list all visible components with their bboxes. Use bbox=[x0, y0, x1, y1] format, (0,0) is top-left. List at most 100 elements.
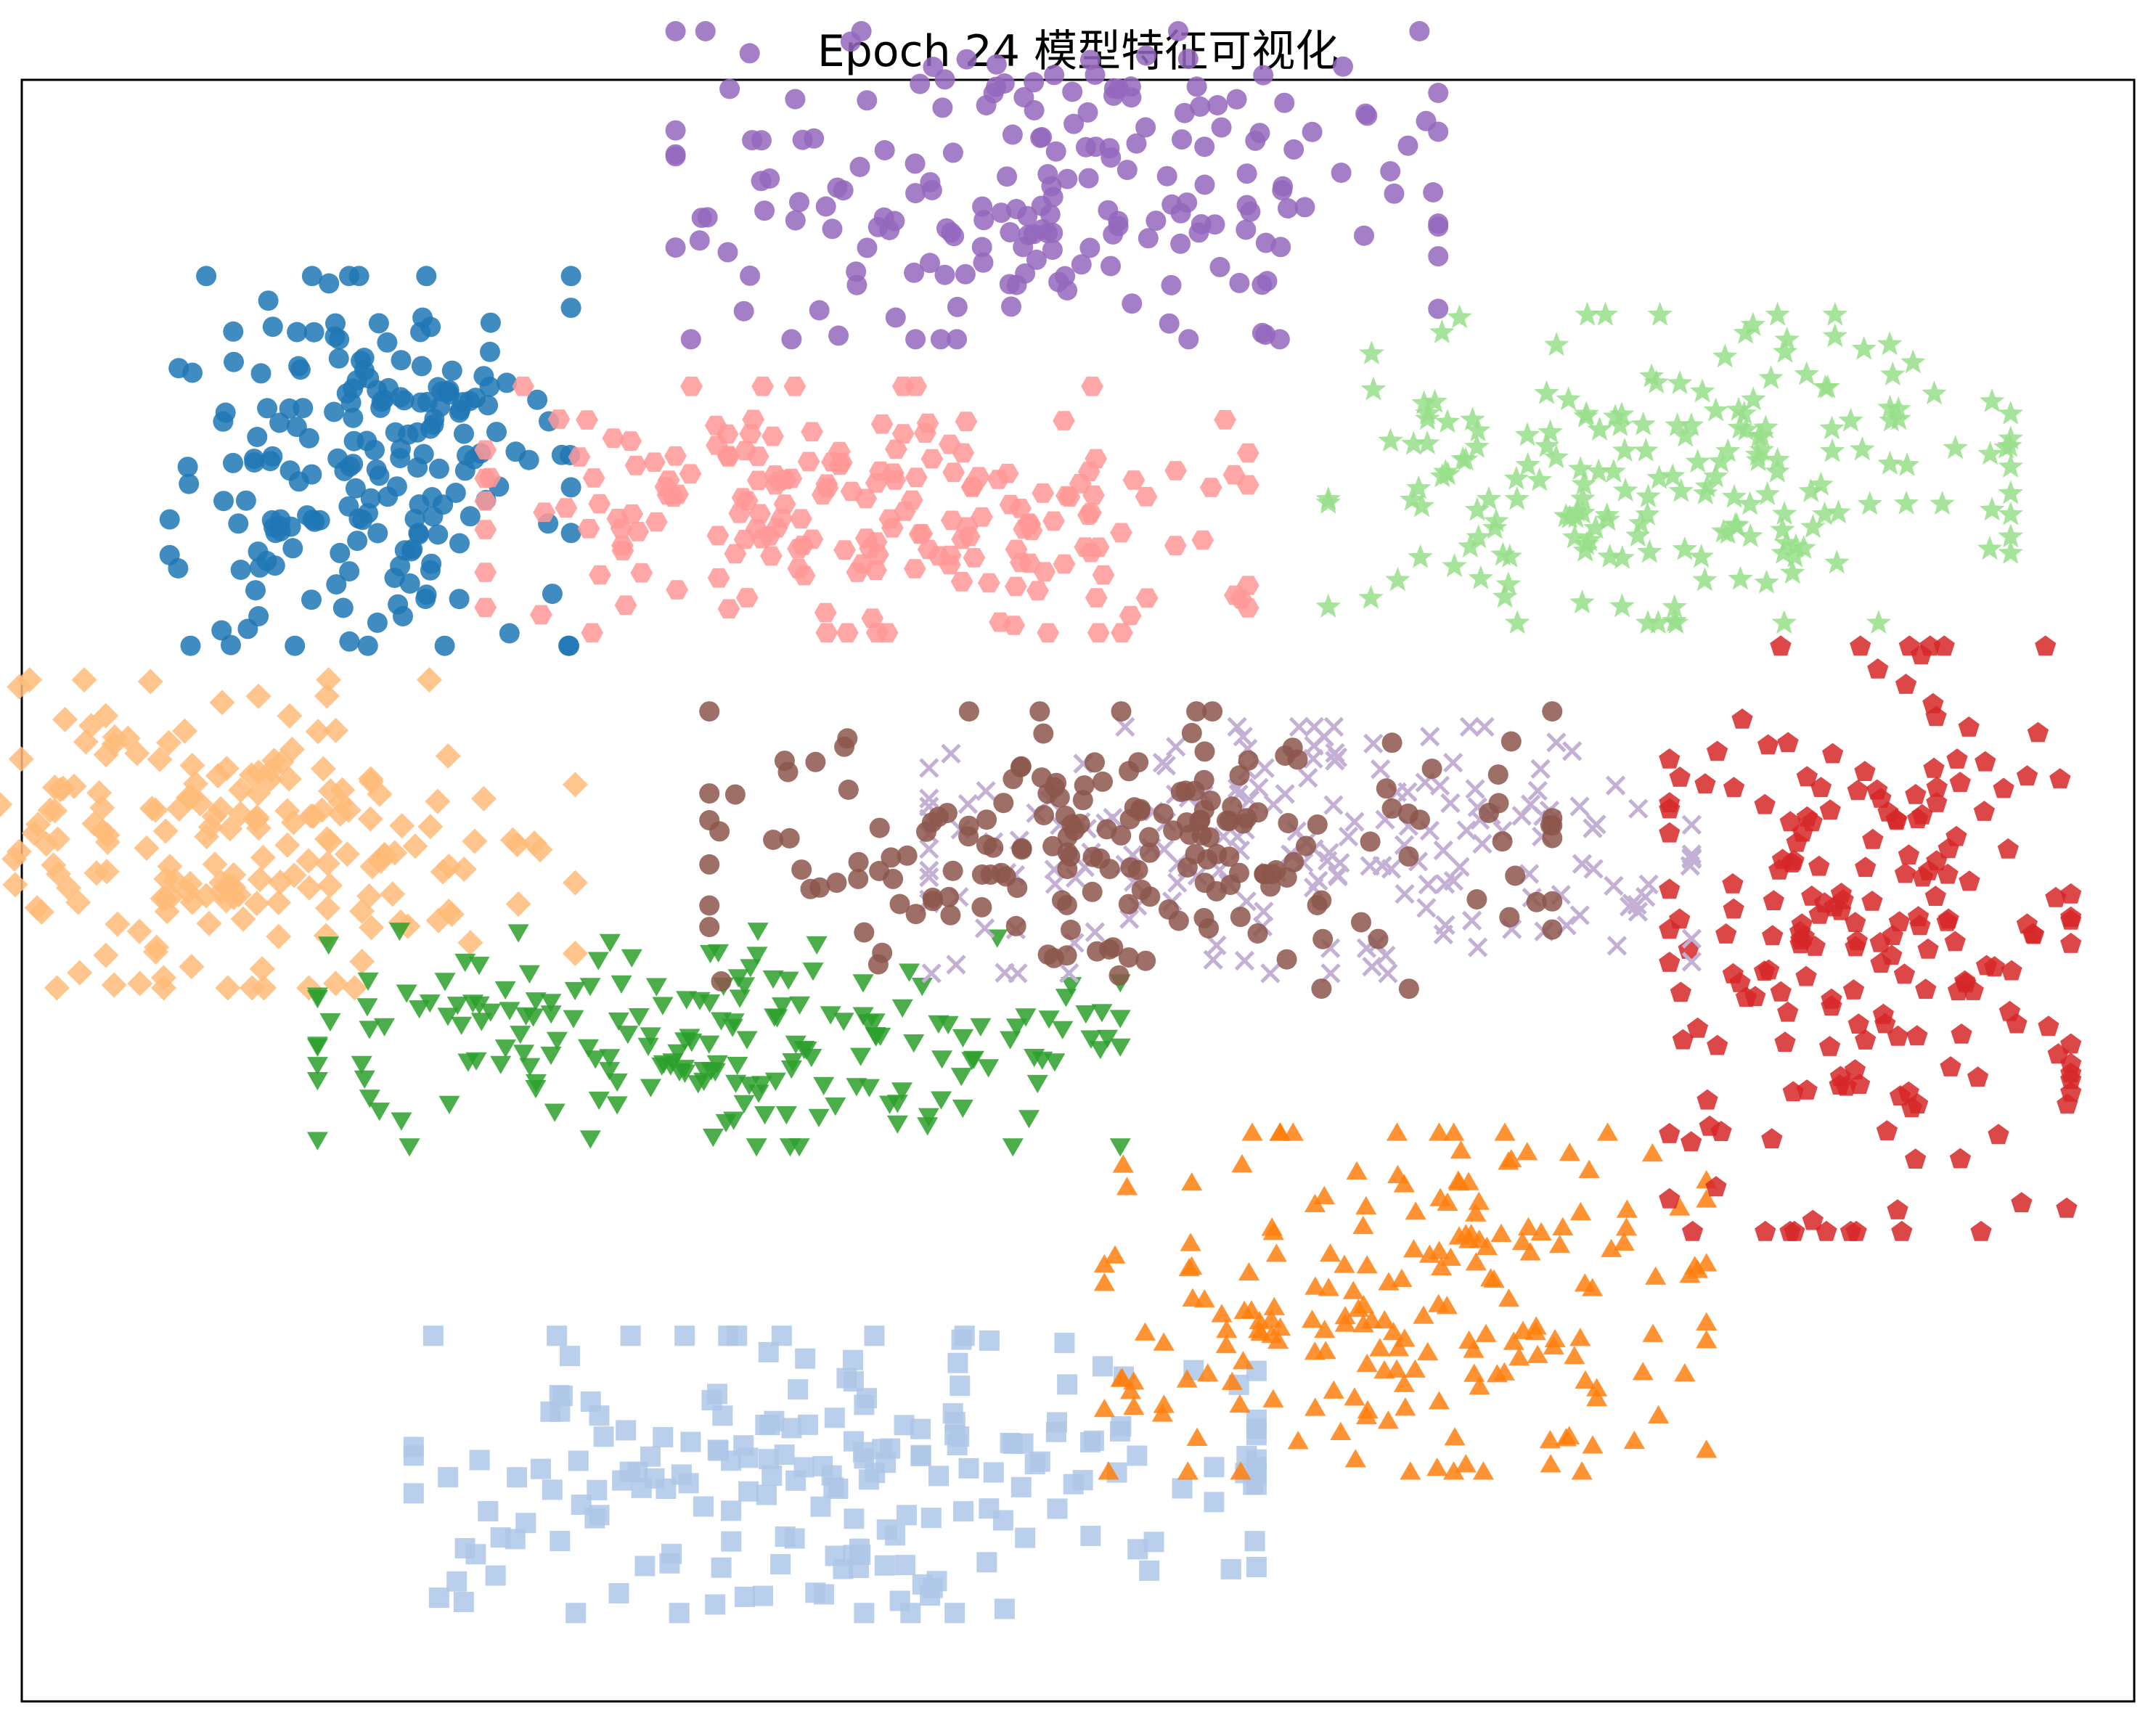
point-class-1 bbox=[1045, 1421, 1066, 1442]
point-class-1 bbox=[795, 1348, 816, 1369]
point-class-1 bbox=[958, 1458, 979, 1479]
point-class-8 bbox=[1409, 21, 1430, 41]
figure: Epoch 24 模型特征可视化 bbox=[0, 0, 2156, 1721]
point-class-8 bbox=[1013, 87, 1034, 107]
point-class-8 bbox=[1188, 222, 1209, 243]
point-class-1 bbox=[785, 1470, 807, 1491]
point-class-10 bbox=[1082, 881, 1103, 902]
point-class-1 bbox=[1000, 1433, 1021, 1454]
point-class-8 bbox=[1211, 117, 1232, 138]
point-class-0 bbox=[213, 491, 234, 512]
point-class-0 bbox=[309, 510, 330, 531]
point-class-1 bbox=[485, 1565, 506, 1586]
point-class-8 bbox=[1116, 160, 1138, 181]
point-class-1 bbox=[784, 1528, 805, 1549]
point-class-1 bbox=[1172, 1478, 1193, 1499]
point-class-8 bbox=[680, 329, 701, 350]
point-class-8 bbox=[1156, 165, 1177, 187]
point-class-0 bbox=[357, 635, 378, 656]
point-class-1 bbox=[669, 1603, 690, 1624]
point-class-0 bbox=[415, 589, 436, 610]
point-class-0 bbox=[303, 322, 324, 343]
point-class-0 bbox=[262, 316, 283, 338]
point-class-1 bbox=[1063, 1473, 1084, 1495]
point-class-10 bbox=[922, 887, 943, 908]
point-class-0 bbox=[269, 515, 290, 536]
point-class-8 bbox=[1255, 232, 1276, 253]
point-class-8 bbox=[809, 300, 830, 321]
point-class-10 bbox=[1186, 701, 1207, 722]
point-class-10 bbox=[1230, 907, 1251, 928]
point-class-10 bbox=[1220, 875, 1241, 896]
point-class-8 bbox=[1331, 163, 1352, 183]
point-class-10 bbox=[1037, 944, 1058, 965]
point-class-0 bbox=[326, 574, 347, 595]
point-class-0 bbox=[560, 298, 581, 319]
point-class-10 bbox=[971, 896, 992, 917]
point-class-10 bbox=[805, 751, 826, 772]
point-class-8 bbox=[781, 329, 802, 350]
point-class-10 bbox=[1033, 723, 1054, 744]
point-class-1 bbox=[896, 1505, 917, 1526]
point-class-10 bbox=[897, 845, 918, 866]
point-class-8 bbox=[785, 210, 806, 231]
point-class-10 bbox=[889, 894, 910, 915]
point-class-1 bbox=[428, 1587, 449, 1608]
point-class-8 bbox=[1174, 102, 1195, 123]
point-class-0 bbox=[182, 362, 203, 383]
point-class-8 bbox=[739, 43, 760, 64]
point-class-0 bbox=[412, 307, 433, 328]
point-class-8 bbox=[665, 237, 686, 258]
point-class-8 bbox=[691, 208, 712, 229]
point-class-0 bbox=[168, 558, 189, 579]
point-class-10 bbox=[1247, 923, 1268, 944]
point-class-1 bbox=[608, 1582, 629, 1603]
point-class-8 bbox=[956, 49, 977, 70]
point-class-1 bbox=[438, 1467, 459, 1488]
point-class-8 bbox=[1207, 95, 1228, 115]
point-class-8 bbox=[1172, 129, 1192, 150]
point-class-8 bbox=[1146, 210, 1167, 232]
point-class-8 bbox=[1103, 224, 1124, 245]
point-class-1 bbox=[733, 1435, 754, 1456]
point-class-0 bbox=[384, 568, 405, 589]
point-class-10 bbox=[1200, 790, 1221, 812]
point-class-10 bbox=[1139, 827, 1159, 848]
point-class-10 bbox=[1029, 701, 1050, 722]
point-class-8 bbox=[695, 21, 716, 41]
point-class-1 bbox=[619, 1461, 640, 1482]
point-class-1 bbox=[1054, 1333, 1075, 1354]
point-class-10 bbox=[1159, 899, 1179, 920]
point-class-10 bbox=[1074, 775, 1095, 796]
point-class-10 bbox=[993, 793, 1014, 814]
point-class-8 bbox=[1428, 246, 1449, 267]
point-class-10 bbox=[763, 830, 784, 850]
point-class-10 bbox=[1108, 965, 1130, 986]
point-class-0 bbox=[339, 631, 360, 652]
point-class-8 bbox=[846, 261, 867, 282]
point-class-1 bbox=[788, 1379, 809, 1400]
point-class-0 bbox=[347, 531, 368, 552]
point-class-1 bbox=[507, 1467, 528, 1488]
point-class-0 bbox=[235, 490, 256, 511]
point-class-1 bbox=[889, 1590, 910, 1611]
point-class-8 bbox=[1018, 224, 1039, 245]
point-class-0 bbox=[250, 363, 271, 384]
point-class-0 bbox=[301, 589, 322, 610]
point-class-0 bbox=[223, 452, 243, 473]
point-class-0 bbox=[258, 290, 279, 311]
point-class-10 bbox=[1488, 793, 1509, 814]
point-class-1 bbox=[947, 1434, 968, 1455]
point-class-10 bbox=[1127, 859, 1148, 880]
point-class-10 bbox=[699, 783, 720, 804]
point-class-0 bbox=[416, 266, 437, 287]
point-class-0 bbox=[480, 341, 500, 362]
point-class-0 bbox=[422, 506, 444, 527]
point-class-0 bbox=[486, 422, 507, 443]
point-class-0 bbox=[558, 635, 579, 656]
point-class-10 bbox=[1130, 801, 1151, 822]
point-class-1 bbox=[1220, 1558, 1241, 1579]
point-class-1 bbox=[1015, 1527, 1036, 1548]
point-class-1 bbox=[812, 1455, 833, 1476]
point-class-0 bbox=[390, 448, 411, 469]
